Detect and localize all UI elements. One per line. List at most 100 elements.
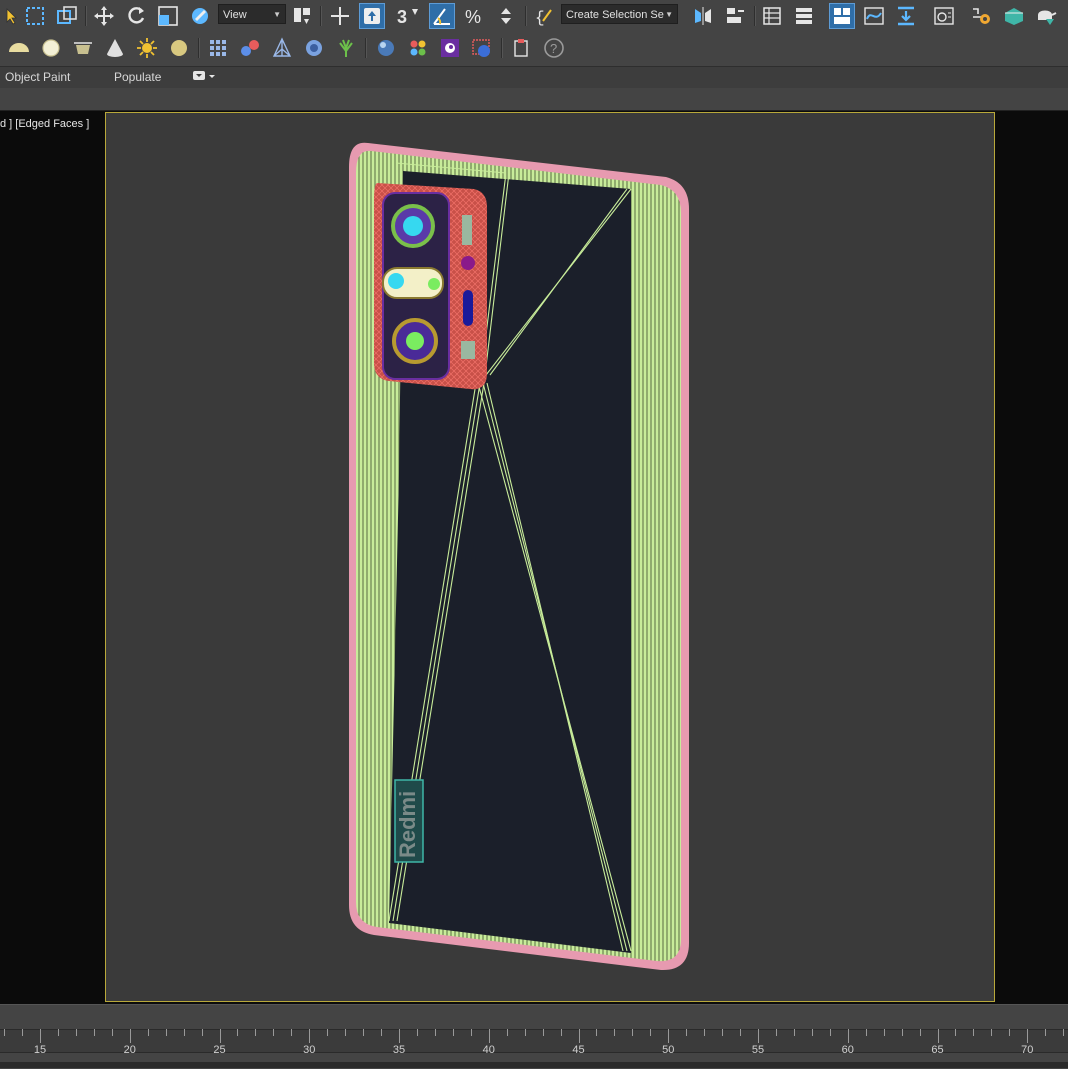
mirror-icon[interactable] — [690, 3, 716, 29]
frame-tick — [865, 1029, 867, 1036]
mic-slot — [463, 290, 473, 326]
ribbon-panel — [0, 88, 1068, 111]
frame-tick — [40, 1029, 41, 1043]
frame-tick — [488, 1029, 490, 1043]
frame-tick — [147, 1029, 149, 1036]
select-manipulate-icon[interactable] — [327, 3, 353, 29]
snaps-toggle-icon[interactable]: 3 — [396, 3, 422, 29]
rectangular-selection-icon[interactable] — [22, 3, 48, 29]
cloth-icon[interactable] — [301, 35, 327, 61]
frame-tick — [273, 1029, 275, 1036]
frame-tick — [345, 1029, 347, 1036]
curve-editor-icon[interactable] — [861, 3, 887, 29]
svg-text:?: ? — [550, 41, 557, 56]
frame-tick — [381, 1029, 383, 1036]
foliage-icon[interactable] — [333, 35, 359, 61]
schematic-view-icon[interactable] — [893, 3, 919, 29]
render-material-icon[interactable] — [469, 35, 495, 61]
frame-tick — [4, 1029, 6, 1036]
frame-tick — [93, 1029, 95, 1036]
render-setup-icon[interactable] — [969, 3, 995, 29]
lens-glass — [403, 216, 423, 236]
skylight-icon[interactable] — [166, 35, 192, 61]
phone-wireframe-model[interactable]: Redmi — [106, 113, 994, 1001]
frame-tick — [1009, 1029, 1011, 1036]
sphere-light-icon[interactable] — [38, 35, 64, 61]
percent-snap-icon[interactable]: % — [461, 3, 487, 29]
frame-tick — [973, 1029, 975, 1036]
rotate-icon[interactable] — [123, 3, 149, 29]
track-bar[interactable] — [0, 1029, 1068, 1053]
bone-system-icon[interactable] — [269, 35, 295, 61]
frame-tick — [399, 1029, 400, 1043]
keyboard-shortcut-override-icon[interactable] — [359, 3, 385, 29]
hemisphere-icon[interactable] — [6, 35, 32, 61]
flash-led-2 — [428, 278, 440, 290]
rendered-frame-window-icon[interactable] — [1001, 3, 1027, 29]
spinner-snap-icon[interactable] — [493, 3, 519, 29]
frame-tick — [165, 1029, 167, 1036]
tab-object-paint[interactable]: Object Paint — [5, 70, 70, 84]
viewport-perspective[interactable]: d ] [Edged Faces ] Redmi — [0, 111, 1068, 1004]
frame-tick — [57, 1029, 59, 1036]
svg-text:%: % — [465, 7, 481, 27]
physics-objects-icon[interactable] — [237, 35, 263, 61]
render-production-icon[interactable] — [1033, 3, 1059, 29]
place-icon[interactable] — [187, 3, 213, 29]
cone-icon[interactable] — [102, 35, 128, 61]
flash-led-1 — [388, 273, 404, 289]
viewport-label[interactable]: d ] [Edged Faces ] — [0, 118, 89, 130]
frame-tick — [578, 1029, 580, 1043]
teapot-light-icon[interactable] — [70, 35, 96, 61]
material-sphere-icon[interactable] — [373, 35, 399, 61]
window-crossing-icon[interactable] — [54, 3, 80, 29]
selection-set-label: Create Selection Se — [566, 9, 664, 21]
sun-light-icon[interactable] — [134, 35, 160, 61]
frame-tick — [596, 1029, 598, 1036]
ribbon-options-toggle[interactable] — [192, 69, 218, 86]
sensor-strip — [462, 215, 472, 245]
frame-tick — [129, 1029, 131, 1043]
scale-icon[interactable] — [155, 3, 181, 29]
frame-tick — [758, 1029, 759, 1043]
frame-tick — [901, 1029, 903, 1036]
material-editor-icon[interactable] — [931, 3, 957, 29]
frame-tick — [22, 1029, 24, 1036]
help-icon[interactable]: ? — [541, 35, 567, 61]
frame-tick — [883, 1029, 885, 1036]
reference-coordinate-dropdown[interactable]: View ▼ — [218, 4, 286, 24]
frame-label: 65 — [931, 1044, 944, 1056]
frame-label: 35 — [392, 1044, 406, 1056]
ribbon-toggle-icon[interactable] — [829, 3, 855, 29]
scene-explorer-icon[interactable] — [759, 3, 785, 29]
frame-tick — [363, 1029, 365, 1036]
frame-tick — [740, 1029, 742, 1036]
frame-tick — [632, 1029, 634, 1036]
move-icon[interactable] — [91, 3, 117, 29]
svg-text:3: 3 — [397, 7, 407, 27]
frame-tick — [291, 1029, 293, 1036]
time-slider-track[interactable]: 15 20 25 30 35 40 45 50 55 60 65 70 — [0, 1004, 1068, 1069]
frame-tick — [650, 1029, 652, 1036]
named-selection-sets-dropdown[interactable]: Create Selection Se ▼ — [561, 4, 678, 24]
frame-tick — [506, 1029, 508, 1036]
frame-tick — [183, 1029, 185, 1036]
object-shelf-toolbar: ? — [0, 32, 1068, 66]
frame-tick — [201, 1029, 203, 1036]
pivot-center-icon[interactable] — [289, 3, 315, 29]
frame-tick — [470, 1029, 472, 1036]
material-map-icon[interactable] — [437, 35, 463, 61]
frame-tick — [560, 1029, 562, 1036]
edit-named-selection-icon[interactable]: { — [532, 3, 558, 29]
frame-tick — [722, 1029, 724, 1036]
multi-material-icon[interactable] — [405, 35, 431, 61]
frame-tick — [991, 1029, 993, 1036]
layer-explorer-icon[interactable] — [791, 3, 817, 29]
angle-snap-icon[interactable] — [429, 3, 455, 29]
clipboard-icon[interactable] — [509, 35, 535, 61]
particle-grid-icon[interactable] — [205, 35, 231, 61]
tab-populate[interactable]: Populate — [114, 70, 161, 84]
frame-label: 50 — [662, 1044, 675, 1056]
align-icon[interactable] — [722, 3, 748, 29]
frame-tick — [524, 1029, 526, 1036]
